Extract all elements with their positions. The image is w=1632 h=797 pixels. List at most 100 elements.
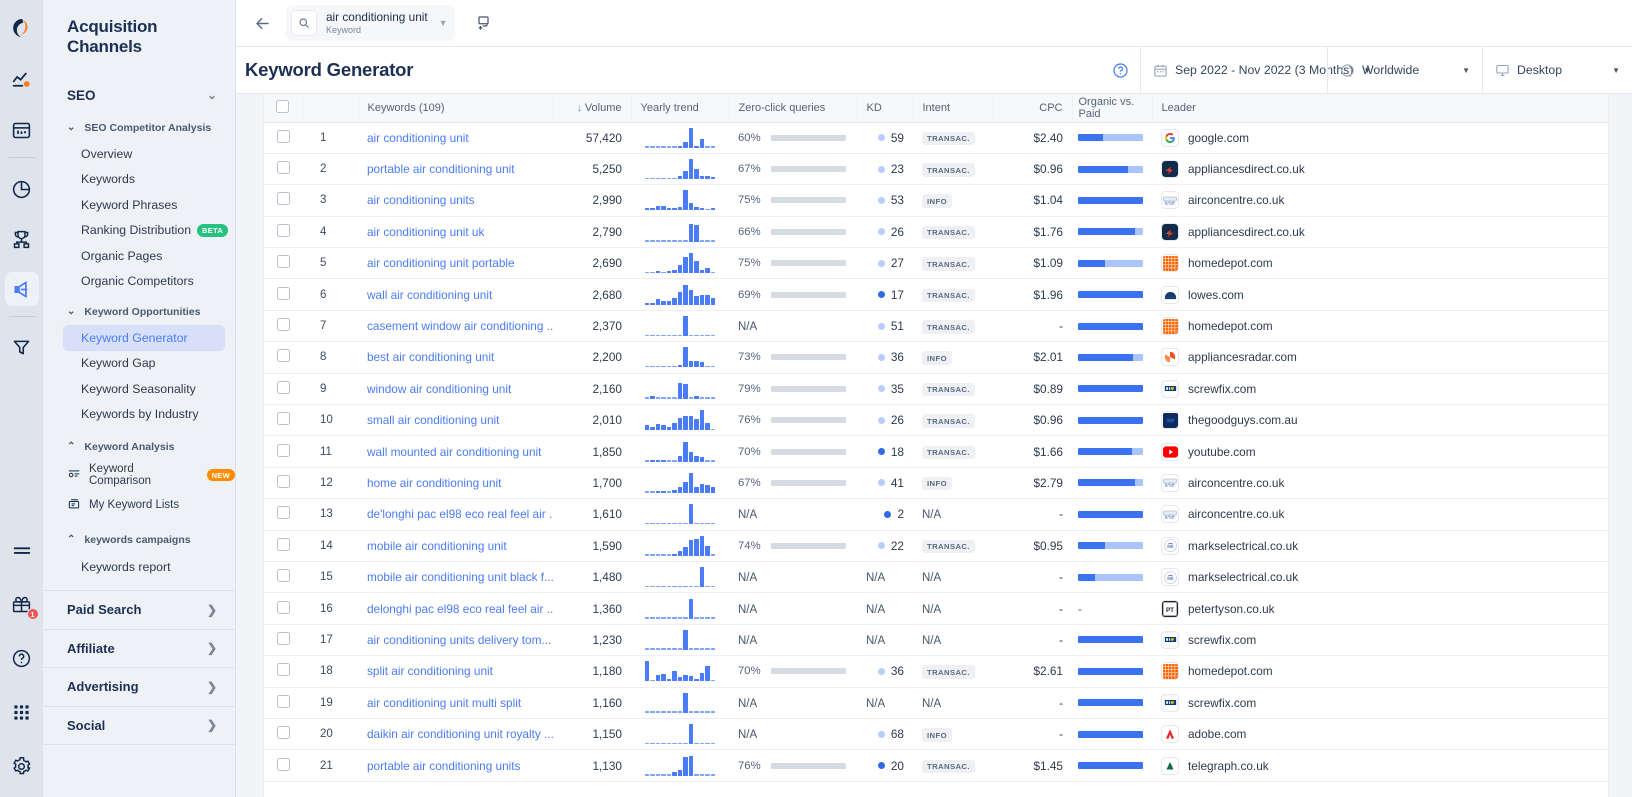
leader-domain[interactable]: appliancesdirect.co.uk bbox=[1188, 225, 1305, 239]
sidebar-item-overview[interactable]: Overview bbox=[43, 141, 235, 167]
row-checkbox-cell[interactable] bbox=[264, 216, 302, 249]
gift-icon[interactable]: 1 bbox=[5, 587, 39, 621]
row-checkbox-cell[interactable] bbox=[264, 153, 302, 186]
leader-domain[interactable]: homedepot.com bbox=[1188, 256, 1273, 270]
row-keyword[interactable]: wall air conditioning unit bbox=[358, 278, 553, 311]
table-row[interactable]: 6 wall air conditioning unit 2,680 69% 17 TRA… bbox=[264, 278, 1608, 311]
back-button[interactable] bbox=[245, 6, 279, 40]
leader-domain[interactable]: homedepot.com bbox=[1188, 664, 1273, 678]
select-all-header[interactable] bbox=[264, 94, 303, 123]
table-row[interactable]: 2 portable air conditioning unit 5,250 67% 2… bbox=[264, 153, 1608, 186]
menu-icon[interactable] bbox=[5, 535, 39, 569]
organic-vs-paid-header[interactable]: Organic vs. Paid bbox=[1072, 94, 1153, 123]
keyword-link[interactable]: mobile air conditioning unit bbox=[367, 539, 507, 553]
sidebar-item-advertising[interactable]: Advertising ❯ bbox=[43, 667, 235, 706]
row-checkbox-cell[interactable] bbox=[264, 561, 302, 594]
leader-domain[interactable]: screwfix.com bbox=[1188, 696, 1256, 710]
table-row[interactable]: 3 air conditioning units 2,990 75% 53 INFO $1.… bbox=[264, 184, 1608, 217]
table-row[interactable]: 17 air conditioning units delivery tom...… bbox=[264, 624, 1608, 657]
row-checkbox[interactable] bbox=[276, 600, 290, 614]
row-checkbox[interactable] bbox=[276, 286, 290, 300]
sidebar-item-keywords[interactable]: Keywords bbox=[43, 167, 235, 193]
row-checkbox-cell[interactable] bbox=[264, 655, 302, 688]
table-row[interactable]: 18 split air conditioning unit 1,180 70% 36 T… bbox=[264, 655, 1608, 688]
row-keyword[interactable]: split air conditioning unit bbox=[358, 655, 553, 688]
row-keyword[interactable]: casement window air conditioning ... bbox=[358, 310, 553, 343]
sidebar-item-my-keyword-lists[interactable]: My Keyword Lists bbox=[43, 490, 235, 520]
table-row[interactable]: 1 air conditioning unit 57,420 60% 59 TRANSAC… bbox=[264, 122, 1608, 154]
row-checkbox[interactable] bbox=[276, 569, 290, 583]
table-row[interactable]: 14 mobile air conditioning unit 1,590 74% 22… bbox=[264, 530, 1608, 562]
row-checkbox[interactable] bbox=[276, 631, 290, 645]
row-leader[interactable]: screwfix.com bbox=[1152, 624, 1608, 657]
table-row[interactable]: 10 small air conditioning unit 2,010 76% 26 T… bbox=[264, 404, 1608, 437]
row-checkbox[interactable] bbox=[276, 192, 290, 206]
help-icon[interactable] bbox=[5, 641, 39, 675]
row-leader[interactable]: homedepot.com bbox=[1152, 310, 1608, 343]
row-keyword[interactable]: air conditioning units bbox=[358, 184, 553, 217]
row-checkbox-cell[interactable] bbox=[264, 404, 302, 437]
sidebar-item-keywords-by-industry[interactable]: Keywords by Industry bbox=[43, 402, 235, 428]
row-checkbox-cell[interactable] bbox=[264, 310, 302, 343]
keyword-link[interactable]: daikin air conditioning unit royalty ... bbox=[367, 727, 553, 741]
keyword-link[interactable]: air conditioning unit bbox=[367, 131, 469, 145]
leader-domain[interactable]: screwfix.com bbox=[1188, 633, 1256, 647]
row-keyword[interactable]: daikin air conditioning unit royalty ... bbox=[358, 718, 553, 751]
leader-domain[interactable]: adobe.com bbox=[1188, 727, 1246, 741]
row-leader[interactable]: homedepot.com bbox=[1152, 247, 1608, 280]
intent-header[interactable]: Intent bbox=[913, 94, 994, 123]
row-checkbox-cell[interactable] bbox=[264, 498, 302, 531]
sidebar-item-keyword-seasonality[interactable]: Keyword Seasonality bbox=[43, 376, 235, 402]
leader-domain[interactable]: markselectrical.co.uk bbox=[1188, 570, 1298, 584]
leader-domain[interactable]: thegoodguys.com.au bbox=[1188, 413, 1298, 427]
row-checkbox-cell[interactable] bbox=[264, 435, 302, 468]
keyword-link[interactable]: best air conditioning unit bbox=[367, 350, 494, 364]
row-leader[interactable]: google.com bbox=[1152, 122, 1608, 154]
leader-domain[interactable]: google.com bbox=[1188, 131, 1249, 145]
leader-domain[interactable]: screwfix.com bbox=[1188, 382, 1256, 396]
row-keyword[interactable]: portable air conditioning units bbox=[358, 749, 553, 782]
sidebar-group-seo-competitor-analysis[interactable]: ⌄ SEO Competitor Analysis bbox=[43, 114, 235, 141]
row-checkbox[interactable] bbox=[276, 349, 290, 363]
row-checkbox-cell[interactable] bbox=[264, 122, 302, 154]
keyword-link[interactable]: window air conditioning unit bbox=[367, 382, 511, 396]
table-row[interactable]: 4 air conditioning unit uk 2,790 66% 26 TRANS… bbox=[264, 216, 1608, 249]
row-checkbox-cell[interactable] bbox=[264, 592, 302, 625]
volume-header[interactable]: ↓ Volume bbox=[553, 94, 632, 123]
leader-header[interactable]: Leader bbox=[1152, 94, 1608, 123]
row-keyword[interactable]: small air conditioning unit bbox=[358, 404, 553, 437]
table-row[interactable]: 5 air conditioning unit portable 2,690 75% 2… bbox=[264, 247, 1608, 280]
table-row[interactable]: 16 delonghi pac el98 eco real feel air ..… bbox=[264, 592, 1608, 625]
date-range-selector[interactable]: Sep 2022 - Nov 2022 (3 Months) ▼ bbox=[1140, 46, 1371, 94]
zero-click-header[interactable]: Zero-click queries bbox=[729, 94, 858, 123]
sidebar-item-ranking-distribution[interactable]: Ranking Distribution BETA bbox=[43, 218, 235, 244]
sidebar-item-organic-pages[interactable]: Organic Pages bbox=[43, 243, 235, 269]
row-checkbox[interactable] bbox=[276, 129, 290, 143]
row-leader[interactable]: adobe.com bbox=[1152, 718, 1608, 751]
keyword-link[interactable]: delonghi pac el98 eco real feel air ... bbox=[367, 602, 553, 616]
row-checkbox[interactable] bbox=[276, 537, 290, 551]
row-checkbox-cell[interactable] bbox=[264, 247, 302, 280]
row-keyword[interactable]: air conditioning unit portable bbox=[358, 247, 553, 280]
leader-domain[interactable]: airconcentre.co.uk bbox=[1188, 193, 1284, 207]
table-row[interactable]: 15 mobile air conditioning unit black f..… bbox=[264, 561, 1608, 594]
keyword-link[interactable]: mobile air conditioning unit black f... bbox=[367, 570, 553, 584]
row-checkbox[interactable] bbox=[276, 380, 290, 394]
row-leader[interactable]: appliancesdirect.co.uk bbox=[1152, 216, 1608, 249]
sidebar-item-keyword-comparison[interactable]: Keyword Comparison NEW bbox=[43, 460, 235, 490]
keyword-link[interactable]: air conditioning units bbox=[367, 193, 475, 207]
keyword-link[interactable]: small air conditioning unit bbox=[367, 413, 499, 427]
funnel-icon[interactable] bbox=[5, 330, 39, 364]
row-leader[interactable]: ME markselectrical.co.uk bbox=[1152, 561, 1608, 594]
row-checkbox-cell[interactable] bbox=[264, 184, 302, 217]
row-checkbox-cell[interactable] bbox=[264, 749, 302, 782]
location-selector[interactable]: Worldwide ▼ bbox=[1327, 46, 1482, 94]
sidebar-group-keyword-opportunities[interactable]: ⌄ Keyword Opportunities bbox=[43, 298, 235, 325]
add-comparison-button[interactable] bbox=[468, 6, 502, 40]
row-checkbox-cell[interactable] bbox=[264, 624, 302, 657]
leader-domain[interactable]: telegraph.co.uk bbox=[1188, 759, 1269, 773]
leader-domain[interactable]: markselectrical.co.uk bbox=[1188, 539, 1298, 553]
row-keyword[interactable]: best air conditioning unit bbox=[358, 341, 553, 374]
sidebar-item-keyword-generator[interactable]: Keyword Generator bbox=[63, 325, 225, 351]
row-leader[interactable]: airconcentre.co.uk bbox=[1152, 498, 1608, 531]
